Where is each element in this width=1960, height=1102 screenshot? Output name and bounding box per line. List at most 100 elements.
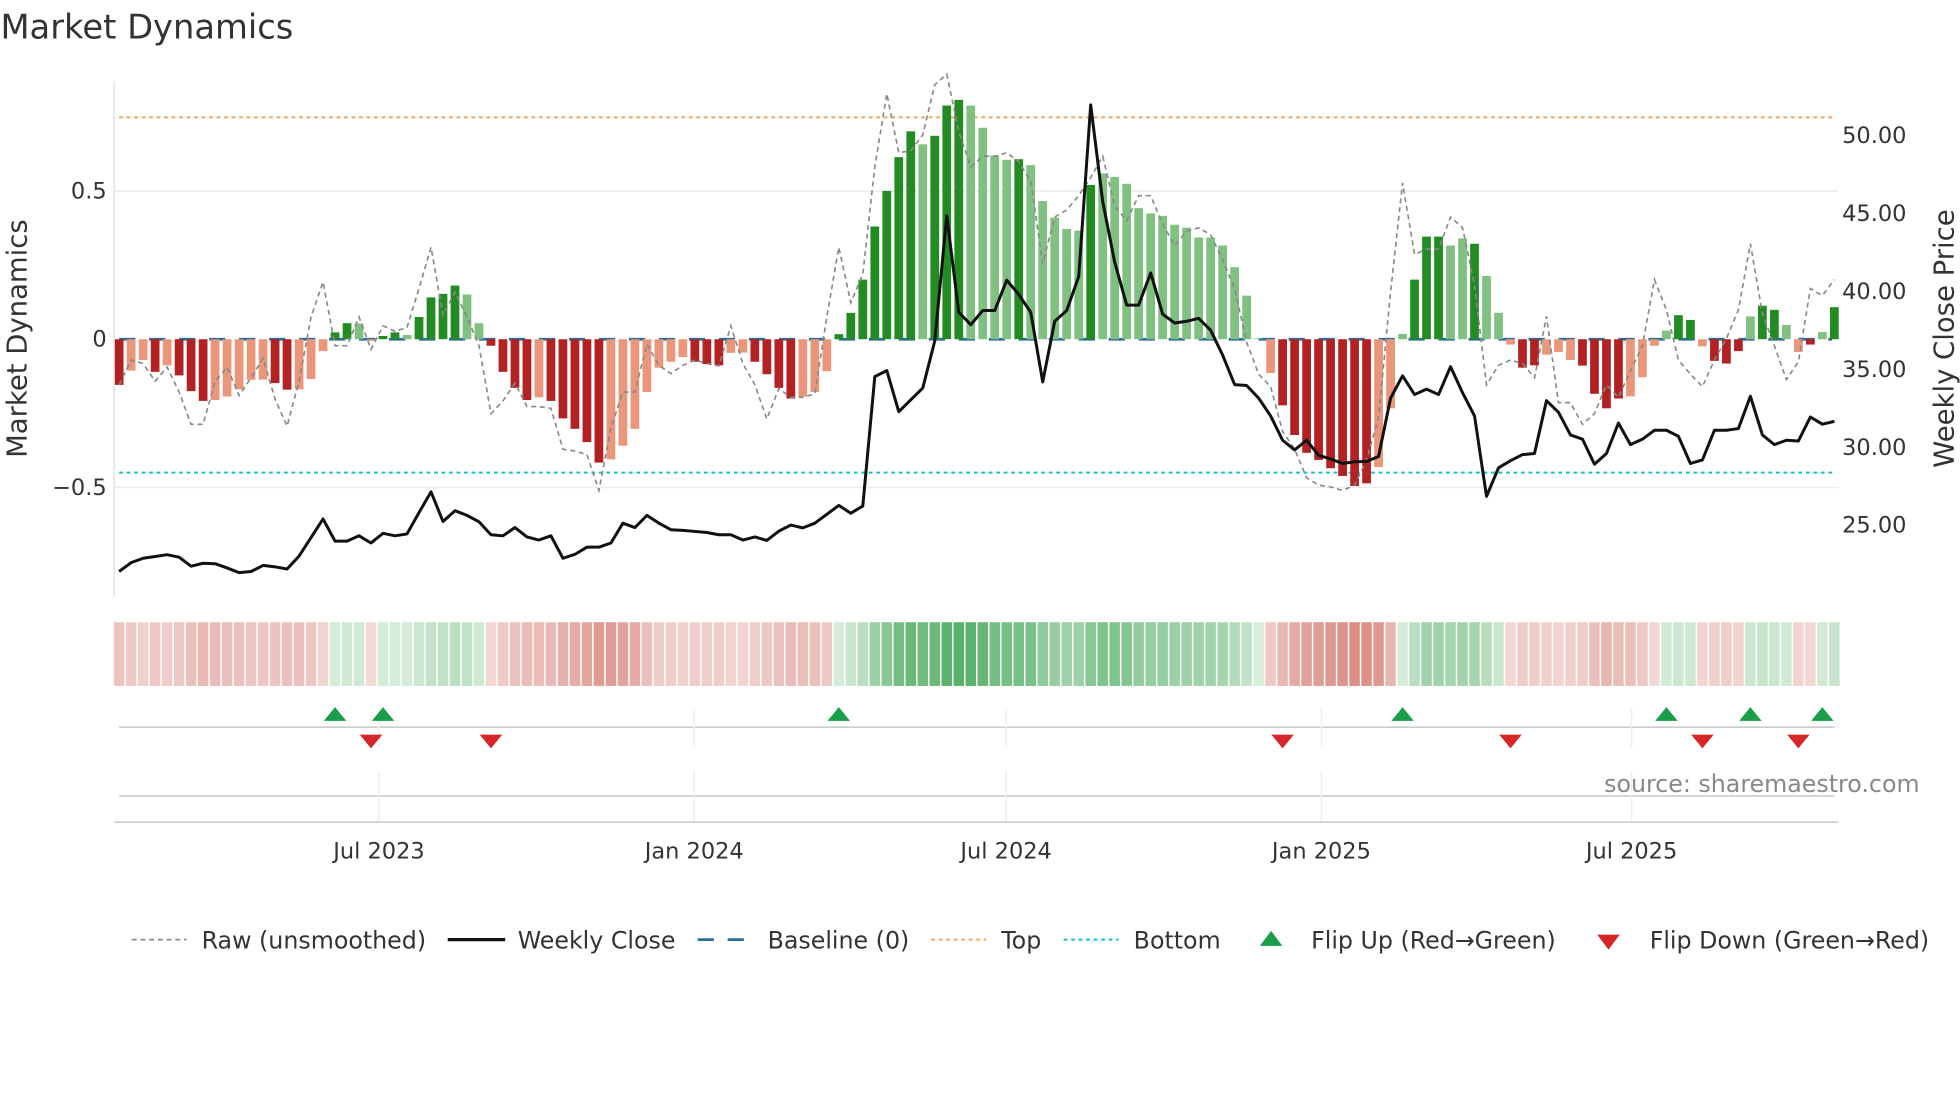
regime-strip xyxy=(113,622,1840,686)
strip-cell xyxy=(1061,622,1072,686)
strip-cell xyxy=(173,622,185,686)
right-tick-label: 35.00 xyxy=(1842,357,1906,383)
strip-cell xyxy=(1385,622,1396,686)
strip-cell xyxy=(773,622,785,686)
strip-cell xyxy=(1469,622,1480,686)
strip-cell xyxy=(497,622,509,686)
strip-cell xyxy=(401,622,413,686)
dynamics-bar xyxy=(378,335,388,340)
strip-cell xyxy=(257,622,269,686)
strip-cell xyxy=(1829,622,1840,686)
dynamics-bar xyxy=(1410,279,1419,340)
dynamics-bar xyxy=(318,339,328,352)
strip-cell xyxy=(1265,622,1276,686)
dynamics-bar xyxy=(1326,339,1335,469)
strip-cell xyxy=(725,622,737,686)
dynamics-bar xyxy=(270,339,280,384)
dynamics-bar xyxy=(1817,332,1827,340)
dynamics-bar xyxy=(966,105,976,340)
strip-cell xyxy=(1289,622,1300,686)
strip-cell xyxy=(965,622,977,686)
strip-cell xyxy=(305,622,317,686)
strip-cell xyxy=(605,622,617,686)
dynamics-bar xyxy=(1398,333,1407,340)
dynamics-bar xyxy=(486,339,496,346)
strip-cell xyxy=(1229,622,1240,686)
strip-cell xyxy=(125,622,137,686)
strip-cell xyxy=(1253,622,1264,686)
dynamics-bar xyxy=(462,294,472,340)
dynamics-bar xyxy=(678,339,688,358)
dynamics-bar xyxy=(210,339,220,401)
strip-cell xyxy=(1625,622,1636,686)
strip-cell xyxy=(869,622,881,686)
strip-cell xyxy=(1349,622,1360,686)
dynamics-bar xyxy=(906,131,916,340)
strip-cell xyxy=(365,622,377,686)
strip-cell xyxy=(209,622,221,686)
x-tick-label: Jul 2024 xyxy=(958,838,1051,864)
strip-cell xyxy=(137,622,149,686)
strip-cell xyxy=(1781,622,1792,686)
strip-cell xyxy=(1673,622,1684,686)
strip-cell xyxy=(893,622,905,686)
dynamics-bar xyxy=(186,339,196,392)
strip-cell xyxy=(521,622,533,686)
dynamics-bar xyxy=(1734,339,1743,352)
strip-cell xyxy=(797,622,809,686)
dynamics-bar xyxy=(870,226,880,340)
dynamics-bar xyxy=(114,339,124,385)
strip-cell xyxy=(1037,622,1048,686)
dynamics-bar xyxy=(1674,315,1683,340)
dynamics-bar xyxy=(1782,324,1791,340)
dynamics-bar xyxy=(750,339,760,362)
raw-line xyxy=(118,72,1836,494)
strip-cell xyxy=(737,622,749,686)
dynamics-bar xyxy=(1314,339,1323,460)
strip-cell xyxy=(1073,622,1084,686)
flip-down-marker xyxy=(1271,734,1294,749)
dynamics-bar xyxy=(810,339,820,393)
dynamics-bar xyxy=(654,339,664,368)
dynamics-bar xyxy=(666,339,676,362)
strip-cell xyxy=(1133,622,1144,686)
legend-label: Flip Down (Green→Red) xyxy=(1650,926,1929,954)
dynamics-bar xyxy=(1290,339,1299,436)
dynamics-bar xyxy=(174,339,184,376)
dynamics-bar xyxy=(1686,319,1695,340)
x-tick-label: Jul 2023 xyxy=(331,838,424,864)
dynamics-bar xyxy=(1446,245,1455,340)
strip-cell xyxy=(1649,622,1660,686)
strip-cell xyxy=(701,622,713,686)
dynamics-bar xyxy=(1254,338,1263,340)
dynamics-bar xyxy=(1494,312,1503,340)
strip-cell xyxy=(1637,622,1648,686)
strip-cell xyxy=(473,622,485,686)
strip-cell xyxy=(425,622,437,686)
flip-markers-panel xyxy=(114,707,1839,823)
legend-flip-up-icon xyxy=(1259,930,1283,946)
strip-cell xyxy=(1181,622,1192,686)
legend-label: Raw (unsmoothed) xyxy=(202,926,426,954)
dynamics-bar xyxy=(546,339,556,401)
strip-cell xyxy=(1433,622,1444,686)
dynamics-bar xyxy=(642,339,652,393)
strip-cell xyxy=(1481,622,1492,686)
raw-series xyxy=(118,72,1836,494)
strip-cell xyxy=(317,622,329,686)
strip-cell xyxy=(1409,622,1420,686)
dynamics-bar xyxy=(1470,243,1479,340)
strip-cell xyxy=(1457,622,1468,686)
strip-cell xyxy=(1397,622,1408,686)
strip-cell xyxy=(617,622,629,686)
dynamics-bar xyxy=(1122,183,1132,340)
dynamics-bar xyxy=(426,297,436,340)
strip-cell xyxy=(941,622,953,686)
dynamics-bar xyxy=(1302,339,1311,453)
strip-cell xyxy=(1109,622,1120,686)
x-tick-label: Jan 2025 xyxy=(1270,838,1371,864)
strip-cell xyxy=(749,622,761,686)
strip-cell xyxy=(1241,622,1252,686)
dynamics-bar xyxy=(882,190,892,340)
flip-down-marker xyxy=(1787,734,1810,749)
